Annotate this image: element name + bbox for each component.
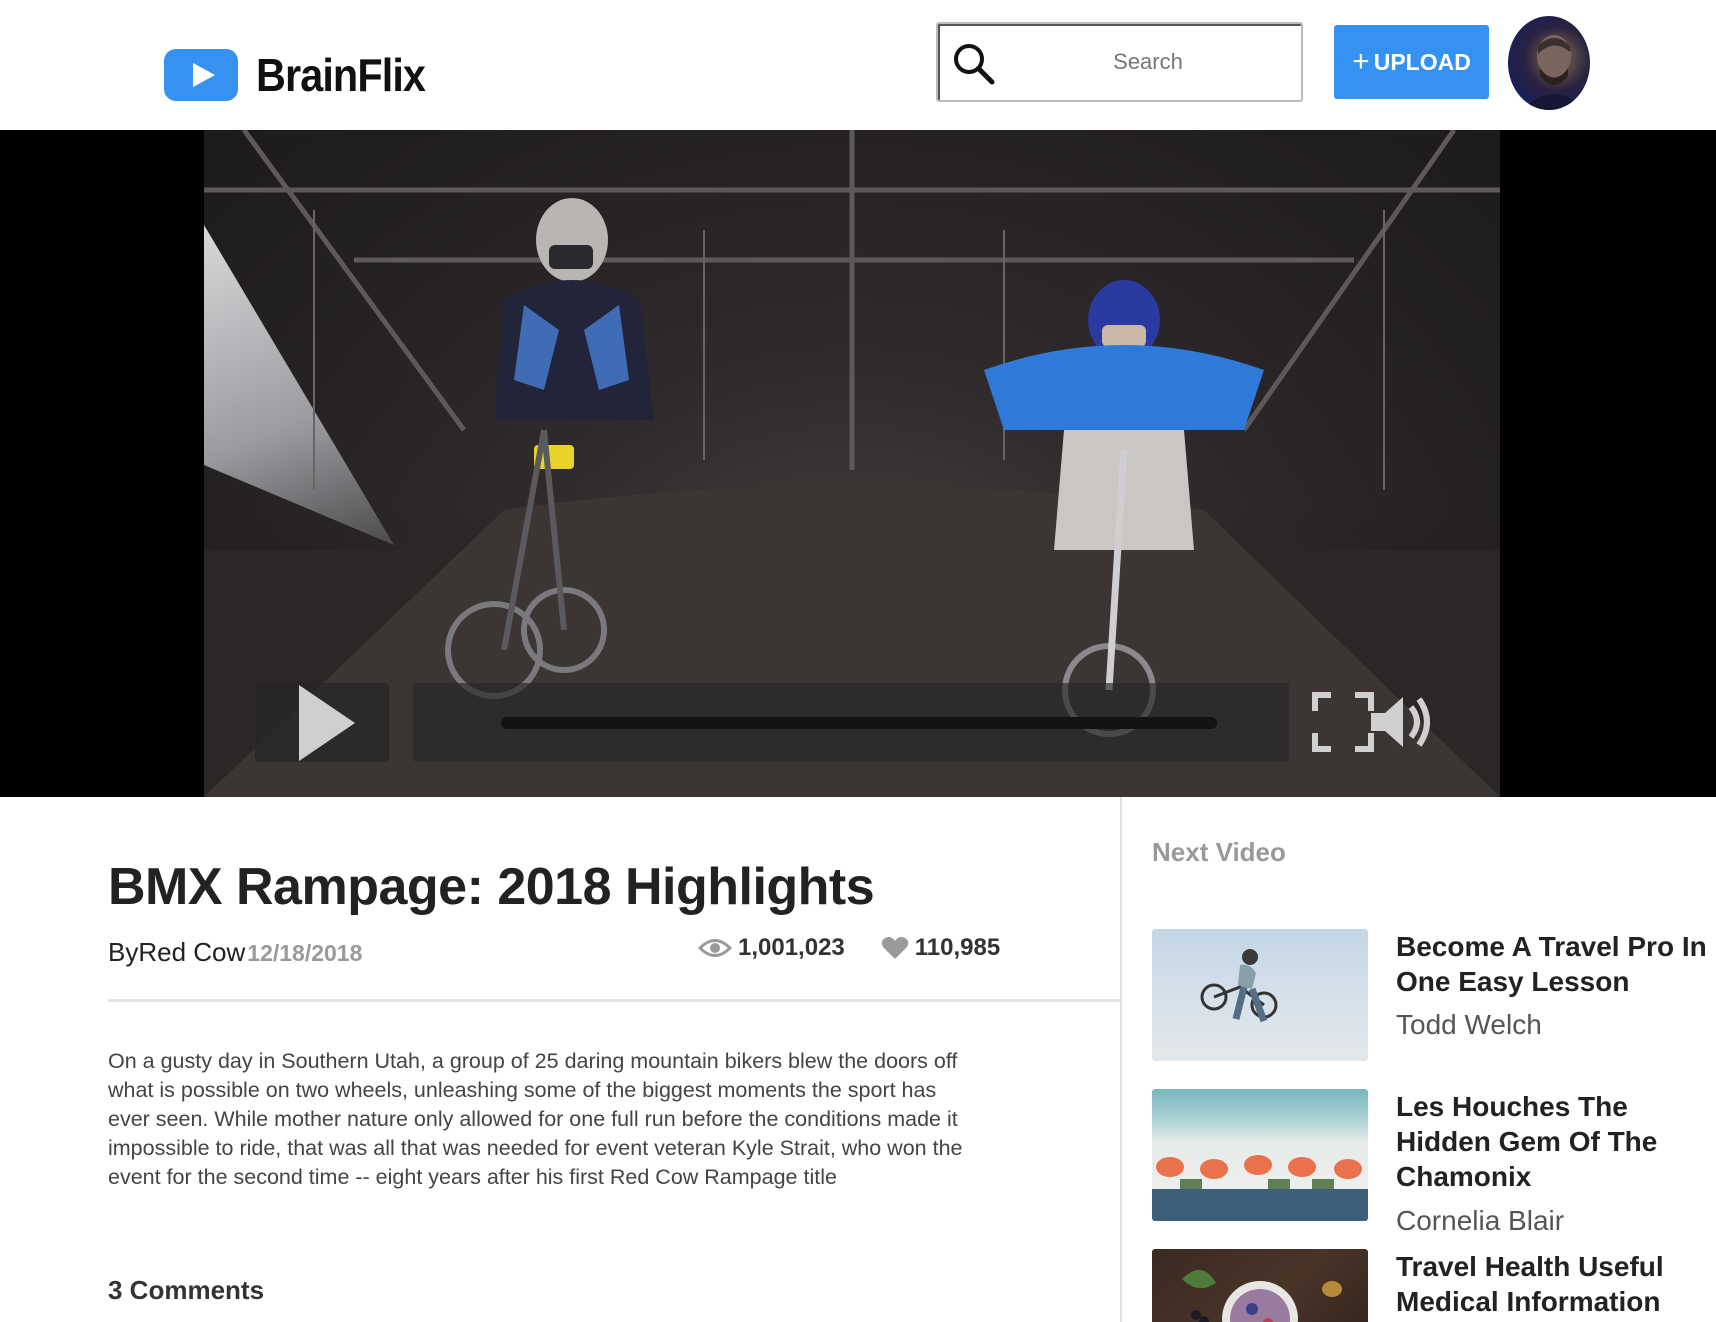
next-video-author: Todd Welch [1396,1009,1542,1040]
comments-count: 3 Comments [108,1275,265,1305]
next-video-title[interactable]: Travel Health Useful Medical Information [1396,1249,1716,1319]
video-thumbnail[interactable] [1152,1249,1368,1322]
search-icon [954,44,995,85]
play-logo-icon [164,49,238,101]
details-divider [108,999,1120,1002]
search-box[interactable] [936,22,1303,102]
video-stats: 1,001,023 110,985 [698,934,1000,962]
next-video-item[interactable]: Become A Travel Pro In One Easy Lesson T… [1152,929,1712,1069]
video-player [0,130,1716,797]
player-controls [255,683,1430,762]
search-input[interactable] [1018,42,1278,82]
logo[interactable]: BrainFlix [164,48,444,102]
by-prefix: By [108,937,139,967]
progress-bar[interactable] [413,683,1289,762]
video-details: BMX Rampage: 2018 Highlights By Red Cow … [0,797,1121,1322]
beach-umbrellas-thumbnail [1152,1155,1368,1221]
heart-icon[interactable] [881,936,909,960]
next-video-title[interactable]: Les Houches The Hidden Gem Of The Chamon… [1396,1089,1716,1194]
video-thumbnail[interactable] [1152,1089,1368,1221]
site-header: BrainFlix + UPLOAD [0,0,1716,130]
eye-icon [698,939,732,957]
next-video-item[interactable]: Travel Health Useful Medical Information [1152,1249,1712,1322]
views-count: 1,001,023 [738,934,845,961]
likes-count: 110,985 [914,934,1001,961]
views-stat: 1,001,023 [698,934,845,962]
avatar-portrait-icon [1522,35,1586,110]
fullscreen-icon[interactable] [1311,691,1375,753]
plus-icon: + [1352,45,1370,78]
next-video-sidebar: Next Video Become A Travel Pro In One Ea… [1122,797,1716,1322]
channel-name[interactable]: Red Cow [138,937,245,968]
video-description: On a gusty day in Southern Utah, a group… [108,1049,963,1189]
avatar[interactable] [1508,16,1590,110]
video-title: BMX Rampage: 2018 Highlights [108,858,875,916]
video-frame[interactable] [204,130,1500,797]
play-button[interactable] [255,683,389,762]
next-video-item[interactable]: Les Houches The Hidden Gem Of The Chamon… [1152,1089,1712,1239]
likes-stat[interactable]: 110,985 [881,934,1000,962]
bmx-jump-thumbnail [1200,949,1278,1023]
video-thumbnail[interactable] [1152,929,1368,1061]
food-bowl-thumbnail [1182,1269,1342,1322]
next-video-heading: Next Video [1152,837,1286,867]
next-video-title[interactable]: Become A Travel Pro In One Easy Lesson [1396,929,1716,999]
logo-text: BrainFlix [256,49,426,101]
volume-icon[interactable] [1367,691,1433,753]
upload-date: 12/18/2018 [247,940,363,966]
progress-track[interactable] [501,717,1217,729]
upload-button[interactable]: + UPLOAD [1334,25,1489,99]
byline: By Red Cow 12/18/2018 [108,937,362,968]
next-video-author: Cornelia Blair [1396,1205,1565,1236]
upload-label: UPLOAD [1373,48,1471,75]
